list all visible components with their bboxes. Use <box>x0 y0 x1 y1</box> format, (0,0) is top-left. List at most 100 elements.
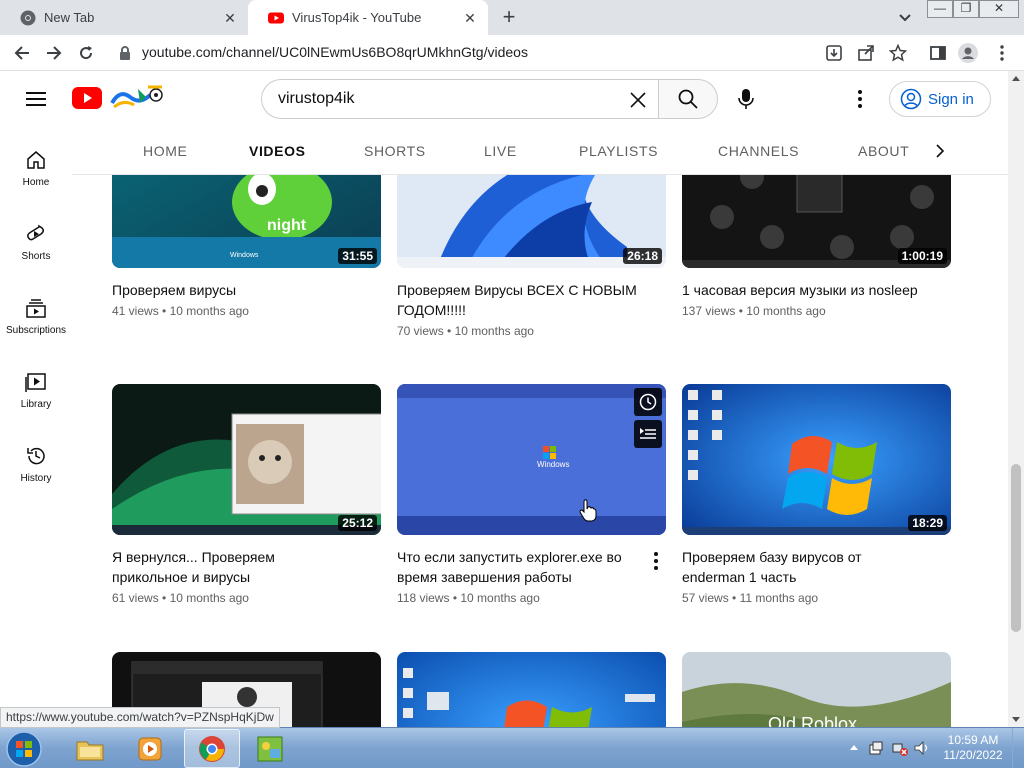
control-panel-icon <box>257 736 283 761</box>
show-desktop-button[interactable] <box>1012 728 1024 768</box>
guide-label: Subscriptions <box>5 325 67 336</box>
video-title[interactable]: Я вернулся... Проверяем прикольное и вир… <box>112 547 352 587</box>
youtube-logo-icon[interactable] <box>72 87 102 109</box>
tab-new-tab[interactable]: New Tab ✕ <box>0 0 248 35</box>
hand-cursor-icon <box>579 499 597 522</box>
restore-button[interactable]: ❐ <box>953 0 979 18</box>
network-icon[interactable] <box>892 740 908 756</box>
video-card[interactable]: 25:12 Я вернулся... Проверяем прикольное… <box>112 384 381 605</box>
tab-about[interactable]: ABOUT <box>858 143 909 159</box>
video-thumbnail[interactable]: Windows <box>397 384 666 535</box>
settings-menu-button[interactable] <box>848 87 872 111</box>
clear-search-icon[interactable] <box>626 88 650 112</box>
volume-icon[interactable] <box>914 740 930 756</box>
status-url-bubble: https://www.youtube.com/watch?v=PZNspHqK… <box>0 707 280 728</box>
profile-button[interactable] <box>958 43 978 63</box>
video-title[interactable]: Что если запустить explorer.exe во время… <box>397 547 637 587</box>
hamburger-menu-icon[interactable] <box>24 89 48 109</box>
close-window-button[interactable]: ✕ <box>979 0 1019 18</box>
lock-icon[interactable] <box>118 45 132 61</box>
reload-button[interactable] <box>74 41 98 65</box>
new-tab-button[interactable]: + <box>498 6 520 29</box>
tab-home[interactable]: HOME <box>143 143 187 159</box>
scrollbar-thumb[interactable] <box>1011 464 1021 632</box>
video-card[interactable]: night Windows 31:55 Проверяем вирусы 41 … <box>112 175 381 318</box>
tab-live[interactable]: LIVE <box>484 143 517 159</box>
minimize-button[interactable]: — <box>927 0 953 18</box>
close-icon[interactable]: ✕ <box>222 10 238 26</box>
show-hidden-icons-icon[interactable] <box>846 740 862 756</box>
video-age: 10 months ago <box>454 324 534 338</box>
browser-menu-button[interactable] <box>992 43 1012 63</box>
thumbnail-text: night <box>267 217 307 234</box>
install-app-button[interactable] <box>824 43 844 63</box>
video-views: 118 views <box>397 591 450 605</box>
guide-item-home[interactable]: Home <box>0 149 72 219</box>
video-card[interactable]: Windows Что если запустить explorer.exe … <box>397 384 666 605</box>
tab-videos[interactable]: VIDEOS <box>249 143 306 159</box>
youtube-doodle-logo[interactable] <box>110 83 168 113</box>
watch-later-button[interactable] <box>634 388 662 416</box>
chevron-down-icon[interactable] <box>896 8 914 26</box>
bookmark-button[interactable] <box>888 43 908 63</box>
video-meta: 137 views • 10 months ago <box>682 304 951 318</box>
chevron-right-icon[interactable] <box>930 141 950 161</box>
tab-title: VirusTop4ik - YouTube <box>292 10 422 25</box>
clock-icon <box>639 393 657 411</box>
video-card[interactable] <box>397 652 666 727</box>
taskbar-control-panel[interactable] <box>242 729 298 768</box>
forward-arrow-icon <box>47 46 62 60</box>
guide-item-history[interactable]: History <box>0 445 72 515</box>
video-title[interactable]: Проверяем базу вирусов от enderman 1 час… <box>682 547 922 587</box>
video-thumbnail[interactable]: 18:29 <box>682 384 951 535</box>
guide-item-subscriptions[interactable]: Subscriptions <box>0 297 72 367</box>
video-thumbnail[interactable]: Old Roblox <box>682 652 951 727</box>
search-input[interactable]: virustop4ik <box>261 79 658 119</box>
side-panel-button[interactable] <box>928 43 948 63</box>
taskbar-explorer[interactable] <box>62 729 118 768</box>
guide-label: Shorts <box>21 251 51 262</box>
meta-separator: • <box>447 324 452 338</box>
scroll-up-icon[interactable] <box>1012 75 1020 83</box>
share-button[interactable] <box>856 43 876 63</box>
add-to-queue-button[interactable] <box>634 420 662 448</box>
video-title[interactable]: 1 часовая версия музыки из nosleep <box>682 280 922 300</box>
start-button-icon[interactable] <box>4 730 44 768</box>
search-button[interactable] <box>658 79 718 119</box>
search-query[interactable]: virustop4ik <box>278 90 354 108</box>
tab-shorts[interactable]: SHORTS <box>364 143 426 159</box>
sign-in-button[interactable]: Sign in <box>889 81 991 117</box>
close-icon[interactable]: ✕ <box>462 10 478 26</box>
thumbnail-text: Windows <box>230 252 259 259</box>
media-player-icon <box>138 737 162 760</box>
video-card[interactable]: 26:18 Проверяем Вирусы ВСЕХ С НОВЫМ ГОДО… <box>397 175 666 338</box>
taskbar-media-player[interactable] <box>122 729 178 768</box>
video-card[interactable]: 1:00:19 1 часовая версия музыки из nosle… <box>682 175 951 318</box>
guide-item-library[interactable]: Library <box>0 371 72 441</box>
video-thumbnail[interactable]: 25:12 <box>112 384 381 535</box>
scroll-down-icon[interactable] <box>1012 715 1020 723</box>
action-center-icon[interactable] <box>868 740 884 756</box>
video-title[interactable]: Проверяем вирусы <box>112 280 352 300</box>
video-menu-icon[interactable] <box>646 549 666 573</box>
video-thumbnail[interactable] <box>397 652 666 727</box>
video-title[interactable]: Проверяем Вирусы ВСЕХ С НОВЫМ ГОДОМ!!!!! <box>397 280 637 320</box>
taskbar-chrome[interactable] <box>184 729 240 768</box>
guide-item-shorts[interactable]: Shorts <box>0 223 72 293</box>
video-thumbnail[interactable]: night Windows 31:55 <box>112 175 381 268</box>
tab-playlists[interactable]: PLAYLISTS <box>579 143 658 159</box>
video-card[interactable]: 18:29 Проверяем базу вирусов от enderman… <box>682 384 951 605</box>
video-thumbnail[interactable]: 1:00:19 <box>682 175 951 268</box>
system-clock[interactable]: 10:59 AM 11/20/2022 <box>938 733 1008 763</box>
page-scrollbar[interactable] <box>1008 71 1024 727</box>
video-thumbnail[interactable]: 26:18 <box>397 175 666 268</box>
voice-search-button[interactable] <box>730 83 762 115</box>
forward-button[interactable] <box>42 41 66 65</box>
guide-label: Home <box>22 177 50 188</box>
chrome-icon <box>199 735 225 762</box>
tab-youtube[interactable]: VirusTop4ik - YouTube ✕ <box>248 0 488 35</box>
address-bar-url[interactable]: youtube.com/channel/UC0lNEwmUs6BO8qrUMkh… <box>142 44 528 60</box>
video-card[interactable]: Old Roblox <box>682 652 951 727</box>
back-button[interactable] <box>10 41 34 65</box>
tab-channels[interactable]: CHANNELS <box>718 143 799 159</box>
